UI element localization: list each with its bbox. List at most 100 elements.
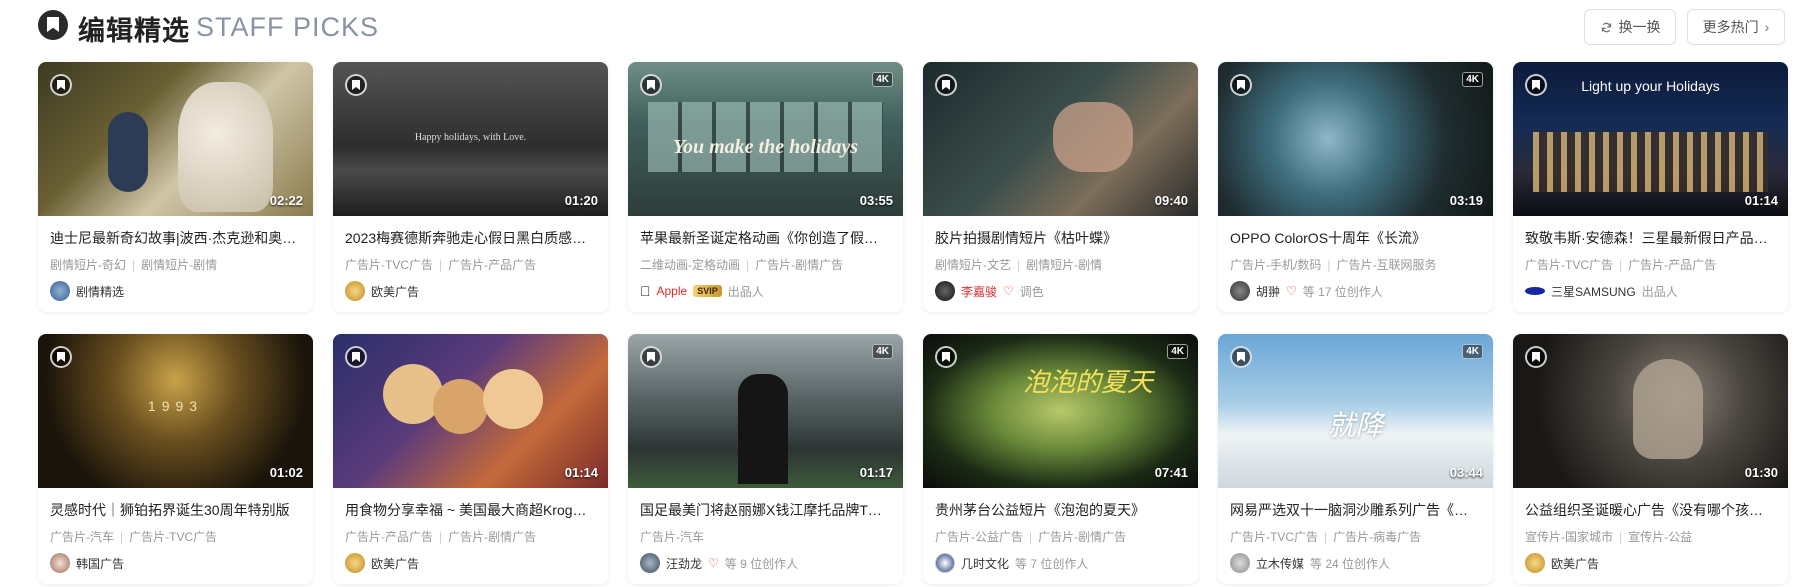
- avatar: [345, 281, 365, 301]
- tag[interactable]: 剧情短片-剧情: [1026, 258, 1102, 272]
- tag[interactable]: 宣传片-国家城市: [1525, 530, 1613, 544]
- more-popular-button[interactable]: 更多热门 ›: [1687, 9, 1785, 45]
- tag[interactable]: 剧情短片-文艺: [935, 258, 1011, 272]
- video-thumbnail[interactable]: Happy holidays, with Love. 01:20: [333, 62, 608, 216]
- video-card[interactable]: 02:22 迪士尼最新奇幻故事|波西·杰克逊和奥… 剧情短片-奇幻 | 剧情短片-剧…: [38, 62, 313, 312]
- tag[interactable]: 广告片-汽车: [50, 530, 114, 544]
- tag[interactable]: 广告片-TVC广告: [345, 258, 433, 272]
- bookmark-icon[interactable]: [935, 346, 957, 368]
- video-thumbnail[interactable]: 1993 01:02: [38, 334, 313, 488]
- bookmark-icon[interactable]: [50, 346, 72, 368]
- video-title[interactable]: 致敬韦斯·安德森！三星最新假日产品…: [1525, 228, 1776, 248]
- video-author[interactable]: 三星SAMSUNG 出品人: [1525, 280, 1776, 302]
- tag[interactable]: 广告片-病毒广告: [1333, 530, 1421, 544]
- video-tags: 广告片-汽车: [640, 528, 891, 544]
- video-title[interactable]: 2023梅赛德斯奔驰走心假日黑白质感…: [345, 228, 596, 248]
- video-thumbnail[interactable]: 09:40: [923, 62, 1198, 216]
- video-author[interactable]: 剧情精选: [50, 280, 301, 302]
- video-title[interactable]: OPPO ColorOS十周年《长流》: [1230, 228, 1481, 248]
- video-duration: 01:14: [1744, 193, 1778, 208]
- video-card[interactable]: 01:30 公益组织圣诞暖心广告《没有哪个孩… 宣传片-国家城市 | 宣传片-公益 …: [1513, 334, 1788, 584]
- video-title[interactable]: 胶片拍摄剧情短片《枯叶蝶》: [935, 228, 1186, 248]
- tag[interactable]: 广告片-TVC广告: [1230, 530, 1318, 544]
- bookmark-icon[interactable]: [640, 74, 662, 96]
- bookmark-icon[interactable]: [50, 74, 72, 96]
- video-author[interactable]: 韩国广告: [50, 552, 301, 574]
- tag[interactable]: 宣传片-公益: [1628, 530, 1692, 544]
- tag[interactable]: 二维动画-定格动画: [640, 258, 740, 272]
- video-author[interactable]: 胡翀 ♡ 等 17 位创作人: [1230, 280, 1481, 302]
- video-thumbnail[interactable]: 01:14: [333, 334, 608, 488]
- video-thumbnail[interactable]: You make the holidays 4K 03:55: [628, 62, 903, 216]
- video-card[interactable]: Light up your Holidays 01:14 致敬韦斯·安德森！三星…: [1513, 62, 1788, 312]
- video-author[interactable]: 几时文化 等 7 位创作人: [935, 552, 1186, 574]
- tag[interactable]: 广告片-互联网服务: [1336, 258, 1436, 272]
- video-card[interactable]: 01:14 用食物分享幸福 ~ 美国最大商超Krog… 广告片-产品广告 | 广告片…: [333, 334, 608, 584]
- video-thumbnail[interactable]: 4K 03:19: [1218, 62, 1493, 216]
- bookmark-icon[interactable]: [1230, 74, 1252, 96]
- tag[interactable]: 广告片-剧情广告: [755, 258, 843, 272]
- thumbnail-caption: You make the holidays: [672, 136, 858, 158]
- bookmark-icon[interactable]: [935, 74, 957, 96]
- tag[interactable]: 剧情短片-奇幻: [50, 258, 126, 272]
- video-card[interactable]: 09:40 胶片拍摄剧情短片《枯叶蝶》 剧情短片-文艺 | 剧情短片-剧情 李嘉骏 …: [923, 62, 1198, 312]
- video-card[interactable]: 1993 01:02 灵感时代｜狮铂拓界诞生30周年特别版 广告片-汽车 | 广告片…: [38, 334, 313, 584]
- video-author[interactable]: 李嘉骏 ♡ 调色: [935, 280, 1186, 302]
- video-thumbnail[interactable]: 02:22: [38, 62, 313, 216]
- video-tags: 二维动画-定格动画 | 广告片-剧情广告: [640, 258, 844, 272]
- bookmark-icon[interactable]: [345, 346, 367, 368]
- video-card[interactable]: 就降 4K 03:44 网易严选双十一脑洞沙雕系列广告《… 广告片-TVC广告 |…: [1218, 334, 1493, 584]
- bookmark-icon[interactable]: [345, 74, 367, 96]
- refresh-button[interactable]: 换一换: [1584, 9, 1676, 45]
- video-author[interactable]: 欧美广告: [345, 280, 596, 302]
- video-card[interactable]: Happy holidays, with Love. 01:20 2023梅赛德…: [333, 62, 608, 312]
- tag[interactable]: 广告片-手机/数码: [1230, 258, 1321, 272]
- bookmark-icon[interactable]: [640, 346, 662, 368]
- video-title[interactable]: 灵感时代｜狮铂拓界诞生30周年特别版: [50, 500, 301, 520]
- tag[interactable]: 广告片-剧情广告: [1038, 530, 1126, 544]
- tag[interactable]: 广告片-TVC广告: [1525, 258, 1613, 272]
- tag[interactable]: 广告片-产品广告: [448, 258, 536, 272]
- video-duration: 03:44: [1449, 465, 1483, 480]
- bookmark-icon[interactable]: [1230, 346, 1252, 368]
- author-name: 欧美广告: [371, 556, 420, 571]
- video-card[interactable]: 4K 03:19 OPPO ColorOS十周年《长流》 广告片-手机/数码 | 广…: [1218, 62, 1493, 312]
- author-role: 等 9 位创作人: [724, 556, 799, 571]
- tag[interactable]: 广告片-产品广告: [345, 530, 433, 544]
- video-thumbnail[interactable]: 泡泡的夏天 4K 07:41: [923, 334, 1198, 488]
- video-author[interactable]: 立木传媒 等 24 位创作人: [1230, 552, 1481, 574]
- video-title[interactable]: 用食物分享幸福 ~ 美国最大商超Krog…: [345, 500, 596, 520]
- video-card[interactable]: 泡泡的夏天 4K 07:41 贵州茅台公益短片《泡泡的夏天》 广告片-公益广告 |…: [923, 334, 1198, 584]
- video-title[interactable]: 公益组织圣诞暖心广告《没有哪个孩…: [1525, 500, 1776, 520]
- svip-badge: SVIP: [693, 285, 722, 297]
- video-author[interactable]: 欧美广告: [345, 552, 596, 574]
- 4k-badge: 4K: [1167, 344, 1188, 359]
- video-thumbnail[interactable]: 就降 4K 03:44: [1218, 334, 1493, 488]
- tag[interactable]: 广告片-汽车: [640, 530, 704, 544]
- tag[interactable]: 广告片-公益广告: [935, 530, 1023, 544]
- video-title[interactable]: 贵州茅台公益短片《泡泡的夏天》: [935, 500, 1186, 520]
- video-author[interactable]: 汪劲龙 ♡ 等 9 位创作人: [640, 552, 891, 574]
- tag[interactable]: 广告片-TVC广告: [129, 530, 217, 544]
- video-thumbnail[interactable]: 01:30: [1513, 334, 1788, 488]
- tag[interactable]: 广告片-剧情广告: [448, 530, 536, 544]
- bookmark-icon[interactable]: [1525, 346, 1547, 368]
- video-title[interactable]: 国足最美门将赵丽娜X钱江摩托品牌T…: [640, 500, 891, 520]
- video-card[interactable]: 4K 01:17 国足最美门将赵丽娜X钱江摩托品牌T… 广告片-汽车 汪劲龙 ♡…: [628, 334, 903, 584]
- video-title[interactable]: 苹果最新圣诞定格动画《你创造了假…: [640, 228, 891, 248]
- verified-heart-icon: ♡: [708, 556, 719, 570]
- bookmark-icon[interactable]: [1525, 74, 1547, 96]
- video-title[interactable]: 网易严选双十一脑洞沙雕系列广告《…: [1230, 500, 1481, 520]
- video-tags: 广告片-汽车 | 广告片-TVC广告: [50, 530, 218, 544]
- video-author[interactable]:  Apple SVIP 出品人: [640, 280, 891, 302]
- video-title[interactable]: 迪士尼最新奇幻故事|波西·杰克逊和奥…: [50, 228, 301, 248]
- video-thumbnail[interactable]: Light up your Holidays 01:14: [1513, 62, 1788, 216]
- author-name: 立木传媒: [1256, 556, 1305, 571]
- 4k-badge: 4K: [1462, 72, 1483, 87]
- video-thumbnail[interactable]: 4K 01:17: [628, 334, 903, 488]
- video-author[interactable]: 欧美广告: [1525, 552, 1776, 574]
- video-card[interactable]: You make the holidays 4K 03:55 苹果最新圣诞定格动…: [628, 62, 903, 312]
- tag[interactable]: 广告片-产品广告: [1628, 258, 1716, 272]
- tag[interactable]: 剧情短片-剧情: [141, 258, 217, 272]
- author-role: 等 24 位创作人: [1310, 556, 1391, 571]
